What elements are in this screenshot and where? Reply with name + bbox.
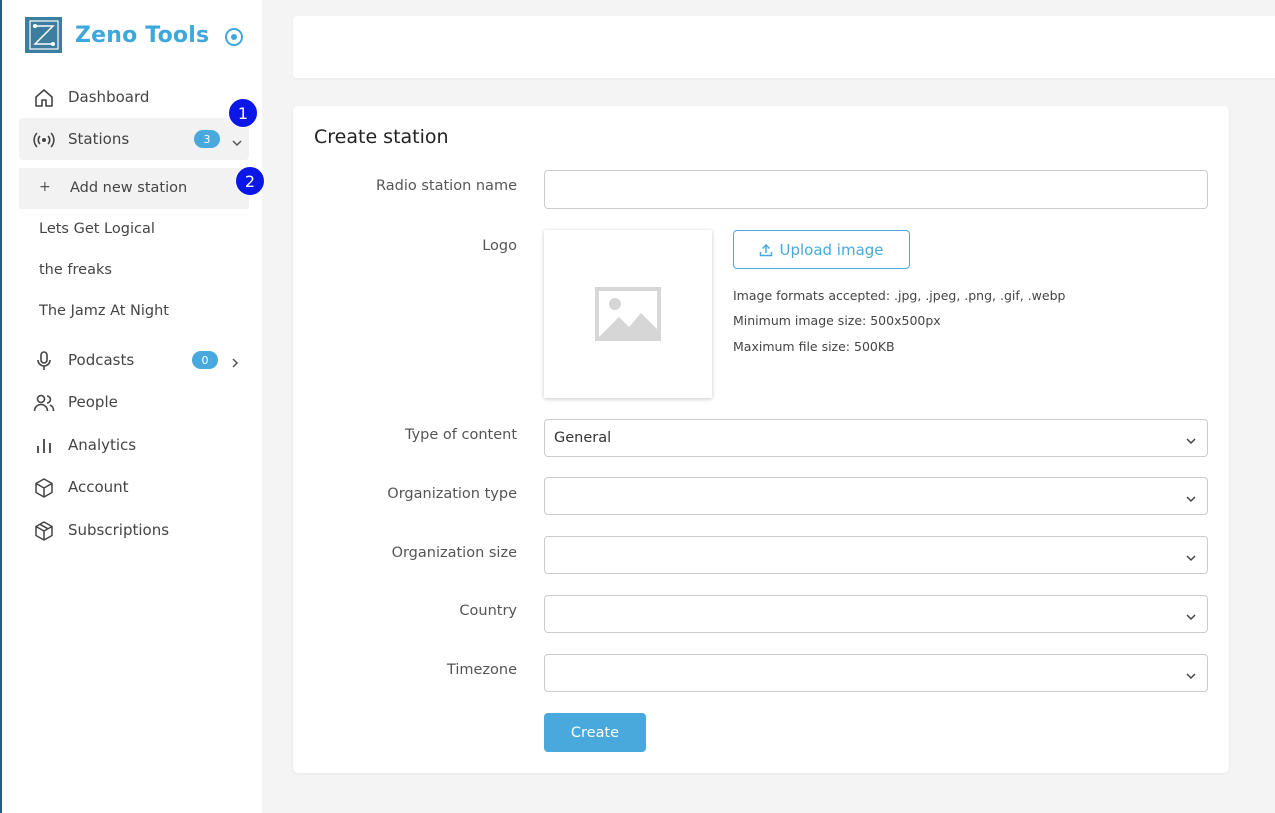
sidebar-item-label: Podcasts	[68, 351, 135, 369]
sidebar-item-label: Dashboard	[68, 88, 150, 106]
annotation-marker: 1	[228, 98, 258, 128]
sidebar-item-label: People	[68, 393, 118, 411]
bar-chart-icon	[33, 435, 55, 457]
content-type-select[interactable]: General	[544, 419, 1208, 457]
upload-image-label: Upload image	[779, 240, 884, 259]
microphone-icon	[33, 350, 55, 372]
image-placeholder-icon	[595, 287, 661, 341]
station-link[interactable]: Lets Get Logical	[39, 221, 155, 237]
upload-icon	[760, 243, 773, 256]
chevron-down-icon	[1185, 490, 1197, 503]
org-type-label: Organization type	[387, 486, 517, 502]
sidebar: Zeno Tools Dashboard Stations 3 + Add ne…	[0, 0, 262, 813]
station-link[interactable]: The Jamz At Night	[39, 303, 169, 319]
brand-name: Zeno Tools	[75, 22, 210, 48]
sidebar-item-account[interactable]: Account	[19, 466, 249, 508]
organization-size-select[interactable]	[544, 536, 1208, 574]
station-link[interactable]: the freaks	[39, 262, 112, 278]
sidebar-item-podcasts[interactable]: Podcasts 0	[19, 339, 249, 381]
chevron-down-icon	[1185, 608, 1197, 621]
timezone-label: Timezone	[446, 662, 517, 678]
image-size-hint: Minimum image size: 500x500px	[733, 313, 941, 328]
sidebar-item-analytics[interactable]: Analytics	[19, 424, 249, 466]
logo-preview[interactable]	[544, 230, 712, 398]
sidebar-item-stations[interactable]: Stations 3	[19, 118, 249, 160]
sidebar-item-label: Subscriptions	[68, 521, 170, 539]
broadcast-icon	[33, 129, 55, 151]
logo-label: Logo	[482, 238, 517, 254]
chevron-down-icon	[1185, 549, 1197, 562]
sidebar-item-dashboard[interactable]: Dashboard	[19, 76, 249, 118]
chevron-right-icon[interactable]	[229, 354, 241, 368]
sidebar-item-label: Stations	[68, 130, 130, 148]
chevron-down-icon	[1185, 432, 1197, 445]
zeno-logo-icon	[25, 17, 62, 53]
country-select[interactable]	[544, 595, 1208, 633]
image-format-hint: Image formats accepted: .jpg, .jpeg, .pn…	[733, 288, 1066, 303]
sidebar-item-people[interactable]: People	[19, 381, 249, 423]
create-button[interactable]: Create	[544, 713, 646, 752]
add-new-station-button[interactable]: + Add new station	[19, 168, 249, 209]
org-size-label: Organization size	[391, 545, 517, 561]
radio-name-label: Radio station name	[376, 178, 517, 194]
content-type-label: Type of content	[404, 427, 517, 443]
timezone-select[interactable]	[544, 654, 1208, 692]
content-type-value: General	[554, 430, 612, 446]
stations-count-badge: 3	[194, 130, 220, 148]
podcasts-count-badge: 0	[192, 351, 218, 369]
chevron-down-icon[interactable]	[231, 134, 243, 147]
create-station-card: Create station Radio station name Logo U…	[293, 106, 1229, 773]
sidebar-item-subscriptions[interactable]: Subscriptions	[19, 509, 249, 551]
radio-station-name-input[interactable]	[544, 170, 1208, 209]
country-label: Country	[459, 603, 517, 619]
add-new-station-label: Add new station	[70, 180, 188, 196]
top-bar	[293, 16, 1275, 78]
annotation-marker: 2	[235, 166, 265, 196]
sidebar-item-label: Analytics	[68, 436, 137, 454]
brand[interactable]: Zeno Tools	[25, 17, 209, 53]
file-size-hint: Maximum file size: 500KB	[733, 339, 895, 354]
people-icon	[33, 392, 55, 414]
cube-icon	[33, 477, 55, 499]
home-icon	[33, 87, 55, 109]
package-icon	[33, 520, 55, 542]
plus-icon: +	[39, 179, 51, 195]
sidebar-toggle-icon[interactable]	[224, 27, 244, 47]
sidebar-item-label: Account	[68, 478, 129, 496]
page-title: Create station	[314, 126, 449, 148]
upload-image-button[interactable]: Upload image	[733, 230, 910, 269]
organization-type-select[interactable]	[544, 477, 1208, 515]
chevron-down-icon	[1185, 667, 1197, 680]
